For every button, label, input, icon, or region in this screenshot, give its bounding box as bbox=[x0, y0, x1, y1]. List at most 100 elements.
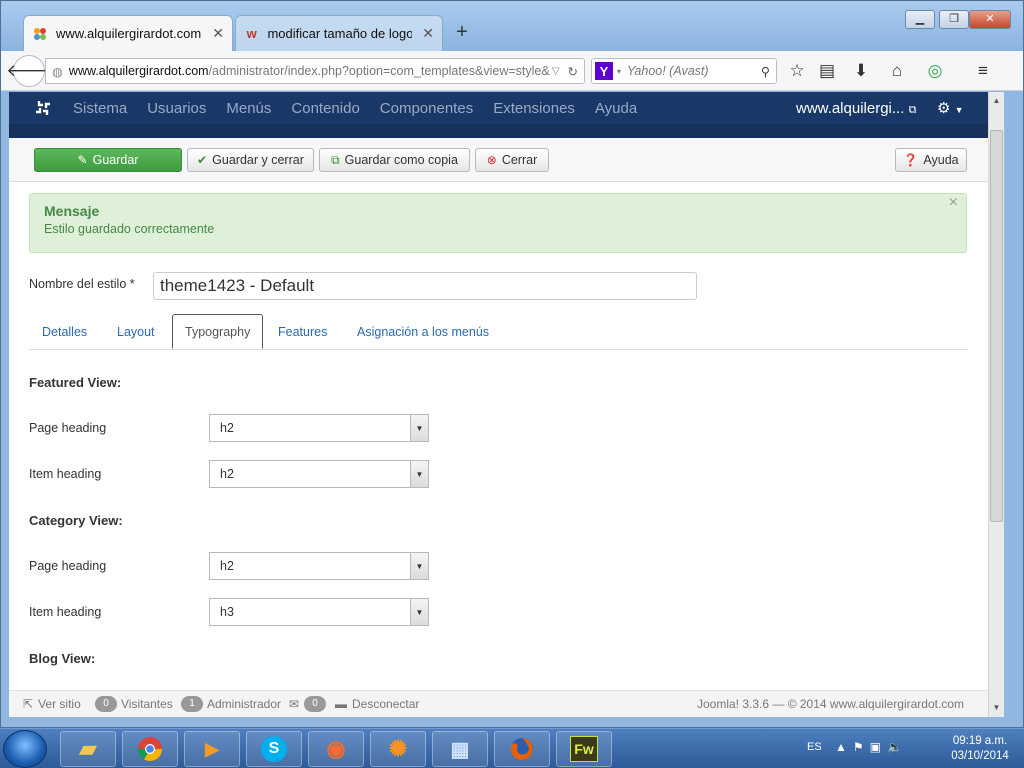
menu-extensiones[interactable]: Extensiones bbox=[493, 100, 575, 117]
control-panel-icon[interactable]: ▦ bbox=[432, 731, 488, 767]
settings-gear-icon[interactable]: ⚙ ▼ bbox=[937, 99, 964, 117]
dropdown-arrow-icon[interactable]: ▽ bbox=[552, 66, 560, 77]
close-button[interactable]: ⊗ Cerrar bbox=[475, 148, 549, 172]
site-link[interactable]: www.alquilergi... ⧉ bbox=[796, 100, 916, 117]
scroll-down-arrow-icon[interactable]: ▼ bbox=[989, 701, 1004, 715]
category-item-heading-label: Item heading bbox=[29, 605, 102, 619]
flag-icon[interactable]: ⚑ bbox=[853, 740, 870, 754]
tray-up-arrow-icon[interactable]: ▲ bbox=[835, 740, 853, 754]
admin-status-bar: ⇱ Ver sitio 0 Visitantes 1 Administrador ✉ 0… bbox=[9, 690, 988, 717]
view-site-label: Ver sitio bbox=[38, 697, 81, 711]
chevron-down-icon[interactable]: ▼ bbox=[410, 553, 428, 579]
joomla-logo-icon[interactable] bbox=[27, 92, 59, 124]
menu-menus[interactable]: Menús bbox=[226, 100, 271, 117]
vertical-scrollbar[interactable]: ▲ ▼ bbox=[988, 92, 1004, 717]
avast-taskbar-icon[interactable]: ✺ bbox=[370, 731, 426, 767]
help-button[interactable]: ❓ Ayuda bbox=[895, 148, 967, 172]
close-alert-icon[interactable]: × bbox=[949, 194, 958, 212]
new-tab-icon[interactable]: + bbox=[451, 21, 473, 43]
minus-icon: ▬ bbox=[335, 697, 347, 711]
browser-tab-admin[interactable]: www.alquilergirardot.com ... ✕ bbox=[23, 15, 233, 51]
messages-indicator[interactable]: ✉ 0 bbox=[289, 696, 330, 712]
logout-link[interactable]: ▬ Desconectar bbox=[335, 697, 419, 711]
menu-usuarios[interactable]: Usuarios bbox=[147, 100, 206, 117]
chevron-down-icon[interactable]: ▼ bbox=[410, 415, 428, 441]
save-close-label: Guardar y cerrar bbox=[212, 153, 304, 167]
reading-list-icon[interactable]: ▤ bbox=[813, 57, 841, 85]
category-item-heading-select[interactable]: h3 ▼ bbox=[209, 598, 429, 626]
select-value: h2 bbox=[220, 559, 234, 573]
avast-icon[interactable]: ◎ bbox=[921, 57, 949, 85]
origin-icon[interactable]: ◉ bbox=[308, 731, 364, 767]
footer-copyright: Joomla! 3.3.6 — © 2014 www.alquilergirar… bbox=[697, 697, 964, 711]
success-message: Mensaje Estilo guardado correctamente × bbox=[29, 193, 967, 253]
search-icon[interactable]: ⚲ bbox=[761, 64, 770, 79]
help-label: Ayuda bbox=[923, 153, 959, 167]
home-icon[interactable]: ⌂ bbox=[883, 57, 911, 85]
firefox-icon[interactable] bbox=[494, 731, 550, 767]
minimize-button[interactable]: ▁ bbox=[905, 10, 935, 29]
search-box[interactable]: Y ▾ Yahoo! (Avast) ⚲ bbox=[591, 58, 777, 84]
address-bar[interactable]: ◍ www.alquilergirardot.com /administrato… bbox=[45, 58, 585, 84]
menu-ayuda[interactable]: Ayuda bbox=[595, 100, 637, 117]
media-player-icon[interactable]: ▶ bbox=[184, 731, 240, 767]
close-tab-icon[interactable]: ✕ bbox=[422, 25, 434, 42]
menu-contenido[interactable]: Contenido bbox=[291, 100, 359, 117]
system-tray[interactable]: ▲⚑▣🔈 bbox=[835, 740, 908, 754]
view-site-link[interactable]: ⇱ Ver sitio bbox=[23, 697, 81, 711]
copy-icon: ⧉ bbox=[331, 152, 340, 167]
language-indicator[interactable]: ES bbox=[807, 741, 822, 753]
featured-page-heading-select[interactable]: h2 ▼ bbox=[209, 414, 429, 442]
close-window-button[interactable]: ✕ bbox=[969, 10, 1011, 29]
logout-label: Desconectar bbox=[352, 697, 420, 711]
chrome-icon[interactable] bbox=[122, 731, 178, 767]
system-clock[interactable]: 09:19 a.m. 03/10/2014 bbox=[938, 734, 1022, 764]
windows-taskbar: ▰ ▶ S ◉ ✺ ▦ Fw ES ▲⚑▣🔈 09:19 a.m. 03/10/… bbox=[0, 728, 1024, 768]
search-engine-dropdown-icon[interactable]: ▾ bbox=[617, 67, 621, 76]
start-button[interactable] bbox=[3, 730, 47, 768]
menu-componentes[interactable]: Componentes bbox=[380, 100, 473, 117]
style-name-label: Nombre del estilo * bbox=[29, 277, 135, 291]
scroll-up-arrow-icon[interactable]: ▲ bbox=[989, 94, 1004, 108]
search-placeholder: Yahoo! (Avast) bbox=[627, 64, 709, 78]
network-icon[interactable]: ▣ bbox=[870, 740, 887, 754]
tab-typography[interactable]: Typography bbox=[172, 314, 264, 349]
chevron-down-icon[interactable]: ▼ bbox=[410, 599, 428, 625]
tab-features[interactable]: Features bbox=[266, 314, 339, 349]
tab-asignacion-menus[interactable]: Asignación a los menús bbox=[345, 314, 501, 349]
skype-icon[interactable]: S bbox=[246, 731, 302, 767]
admin-indicator: 1 Administrador bbox=[181, 696, 281, 712]
tab-layout[interactable]: Layout bbox=[105, 314, 167, 349]
menu-hamburger-icon[interactable]: ≡ bbox=[969, 57, 997, 85]
visitors-label: Visitantes bbox=[121, 697, 173, 711]
envelope-icon: ✉ bbox=[289, 697, 300, 711]
close-tab-icon[interactable]: ✕ bbox=[212, 25, 224, 42]
category-page-heading-select[interactable]: h2 ▼ bbox=[209, 552, 429, 580]
scroll-thumb[interactable] bbox=[990, 130, 1003, 522]
maximize-button[interactable]: ❐ bbox=[939, 10, 969, 29]
fireworks-icon[interactable]: Fw bbox=[556, 731, 612, 767]
close-label: Cerrar bbox=[501, 153, 538, 167]
select-value: h2 bbox=[220, 421, 234, 435]
save-close-button[interactable]: ✔ Guardar y cerrar bbox=[187, 148, 314, 172]
browser-tab-logo[interactable]: w modificar tamaño de logo ... ✕ bbox=[235, 15, 443, 51]
chevron-down-icon[interactable]: ▼ bbox=[410, 461, 428, 487]
volume-icon[interactable]: 🔈 bbox=[887, 740, 908, 754]
menu-sistema[interactable]: Sistema bbox=[73, 100, 127, 117]
site-link-label: www.alquilergi... bbox=[796, 99, 905, 117]
tab-detalles[interactable]: Detalles bbox=[30, 314, 99, 349]
visitors-indicator: 0 Visitantes bbox=[95, 696, 173, 712]
style-name-input[interactable] bbox=[153, 272, 697, 300]
blog-view-title: Blog View: bbox=[29, 651, 96, 666]
bookmark-star-icon[interactable]: ☆ bbox=[783, 57, 811, 85]
file-explorer-icon[interactable]: ▰ bbox=[60, 731, 116, 767]
back-arrow-icon[interactable]: 🡐 bbox=[6, 55, 52, 87]
save-button[interactable]: ✎ Guardar bbox=[34, 148, 182, 172]
download-icon[interactable]: ⬇ bbox=[847, 57, 875, 85]
action-toolbar: ✎ Guardar ✔ Guardar y cerrar ⧉ Guardar como… bbox=[9, 138, 988, 182]
messages-badge: 0 bbox=[304, 696, 327, 712]
reload-icon[interactable]: ↻ bbox=[568, 64, 578, 79]
clock-date: 03/10/2014 bbox=[951, 750, 1009, 762]
save-copy-button[interactable]: ⧉ Guardar como copia bbox=[319, 148, 470, 172]
featured-item-heading-select[interactable]: h2 ▼ bbox=[209, 460, 429, 488]
